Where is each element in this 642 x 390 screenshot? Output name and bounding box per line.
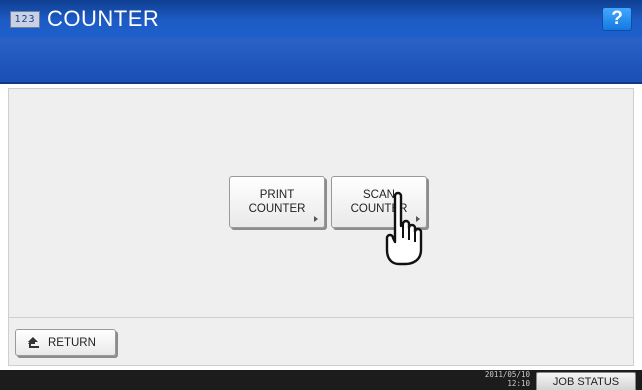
page-title: COUNTER <box>47 6 160 31</box>
print-counter-button[interactable]: PRINT COUNTER <box>229 176 325 228</box>
print-counter-label-line2: COUNTER <box>248 203 306 215</box>
return-arrow-icon <box>28 336 39 348</box>
print-counter-label: PRINT COUNTER <box>237 188 317 216</box>
date-time: 2011/05/10 12:10 <box>470 370 530 388</box>
time-text: 12:10 <box>507 378 530 388</box>
job-status-button[interactable]: JOB STATUS <box>536 372 636 390</box>
print-counter-label-line1: PRINT <box>259 189 295 201</box>
counter-app-icon: 123 <box>10 10 40 28</box>
submenu-arrow-icon <box>314 216 318 222</box>
return-label: RETURN <box>48 336 96 349</box>
return-button[interactable]: RETURN <box>15 329 116 356</box>
hand-pointer-icon <box>385 191 423 266</box>
sub-header-bar <box>0 38 642 84</box>
title-bar: 123 COUNTER ? <box>0 0 642 38</box>
help-button[interactable]: ? <box>602 7 632 31</box>
